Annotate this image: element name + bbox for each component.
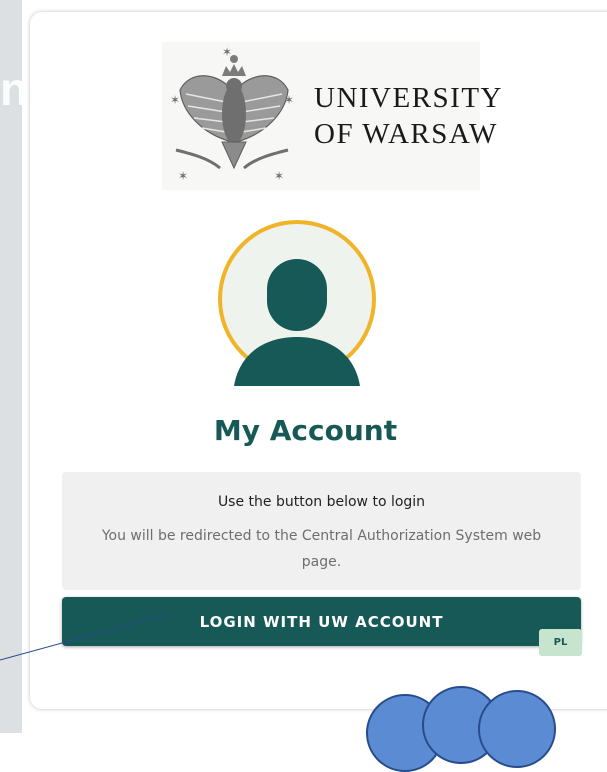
info-title: Use the button below to login (217, 494, 426, 510)
page-title: My Account (213, 414, 398, 447)
info-detail: You will be redirected to the Central Au… (101, 528, 542, 570)
eagle-emblem-icon: ✶ ✶ ✶ ✶ ✶ (170, 45, 294, 183)
logo-text-line1: UNIVERSITY (314, 82, 503, 114)
svg-text:✶: ✶ (284, 93, 294, 107)
logo-text-line2: OF WARSAW (314, 118, 498, 150)
overlay-watermark-text: nive (0, 63, 101, 115)
avatar-icon (218, 220, 376, 386)
annotation-bubble-3 (478, 690, 556, 768)
svg-text:✶: ✶ (178, 169, 188, 183)
language-switch-button[interactable]: PL (539, 629, 582, 656)
university-logo: ✶ ✶ ✶ ✶ ✶ UNIVERSITY OF WARSAW (162, 42, 502, 190)
svg-text:✶: ✶ (170, 93, 180, 107)
svg-text:✶: ✶ (274, 169, 284, 183)
login-info-box: Use the button below to login You will b… (62, 472, 581, 590)
login-with-uw-account-button[interactable]: LOGIN WITH UW ACCOUNT (62, 597, 581, 646)
svg-text:✶: ✶ (222, 45, 232, 59)
